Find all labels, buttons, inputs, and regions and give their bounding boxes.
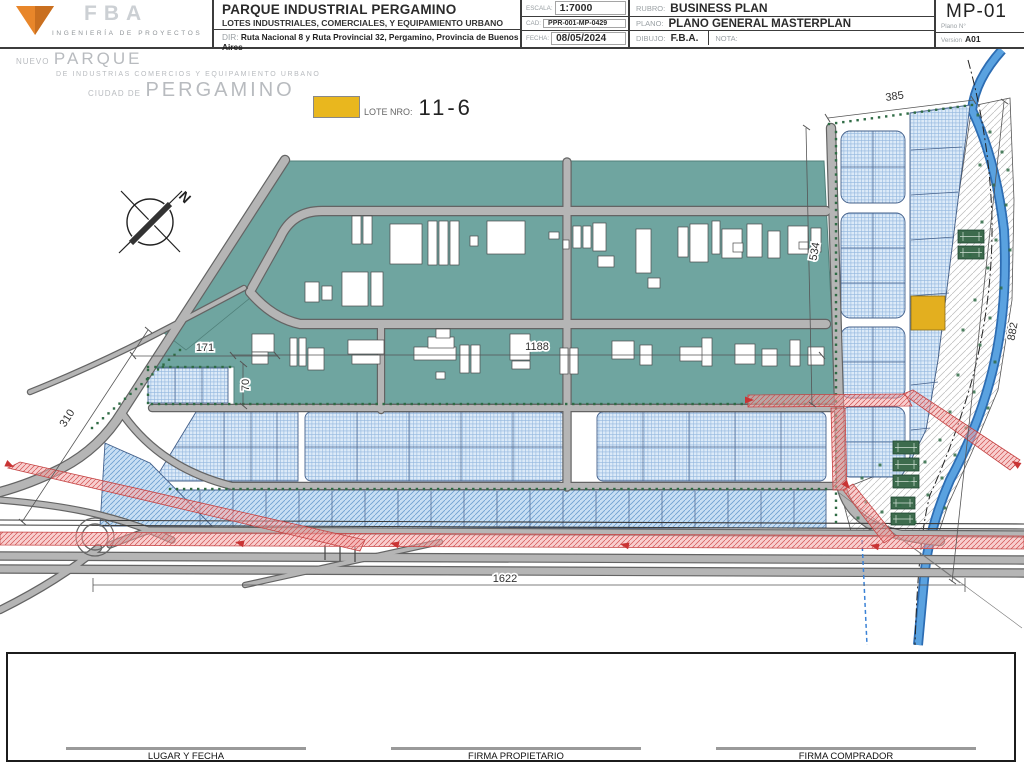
fecha-row: FECHA: 08/05/2024	[522, 30, 628, 45]
fecha-label: FECHA:	[526, 34, 550, 42]
dim-teal-width: 1188	[525, 341, 549, 353]
dim-bottom-width: 1622	[493, 573, 517, 585]
dibujo-value: F.B.A.	[670, 32, 699, 44]
legend-label: LOTE NRO:	[364, 107, 413, 117]
north-compass-icon: N	[118, 188, 194, 254]
version-row: Version A01	[936, 32, 1024, 44]
signature-box: LUGAR Y FECHA FIRMA PROPIETARIO FIRMA CO…	[6, 652, 1016, 762]
plano-label: PLANO:	[636, 19, 664, 28]
plan-watermark-title: NUEVO PARQUE DE INDUSTRIAS COMERCIOS Y E…	[16, 50, 320, 100]
sheet-code: MP-01	[946, 1, 1007, 22]
dibujo-label: DIBUJO:	[636, 33, 666, 43]
dim-left-road: 310	[57, 407, 77, 429]
rubro-row: RUBRO: BUSINESS PLAN	[630, 0, 934, 16]
title-block: FBA INGENIERÍA DE PROYECTOS PARQUE INDUS…	[0, 0, 1024, 52]
logo-tagline: INGENIERÍA DE PROYECTOS	[52, 30, 203, 37]
signature-caption-lugar: LUGAR Y FECHA	[147, 751, 225, 762]
dibujo-row: DIBUJO: F.B.A. NOTA:	[630, 30, 934, 45]
signature-caption-comprador: FIRMA COMPRADOR	[798, 751, 894, 762]
scale-row: ESCALA: 1:7000	[522, 0, 628, 16]
plan-sheet: 385 534 882 171 70 1188 310 1622 N FBA I…	[0, 0, 1024, 768]
sheet-label: Plano N°	[941, 23, 966, 30]
watermark-ciudad: CIUDAD DE	[88, 89, 142, 98]
company-logo: FBA INGENIERÍA DE PROYECTOS	[0, 0, 212, 47]
lot-legend: LOTE NRO: 11-6	[313, 95, 473, 120]
project-address: DIR: Ruta Nacional 8 y Ruta Provincial 3…	[214, 29, 520, 52]
project-title: PARQUE INDUSTRIAL PERGAMINO	[222, 2, 457, 17]
nota-label: NOTA:	[715, 33, 738, 43]
watermark-line1: NUEVO PARQUE	[16, 50, 320, 68]
signature-caption-propietario: FIRMA PROPIETARIO	[468, 751, 564, 762]
logo-triangle-icon	[16, 6, 54, 35]
plano-value: PLANO GENERAL MASTERPLAN	[668, 17, 852, 30]
watermark-line2: DE INDUSTRIAS COMERCIOS Y EQUIPAMIENTO U…	[56, 71, 321, 78]
dim-notch-depth: 70	[240, 379, 252, 391]
dir-label: DIR:	[222, 32, 239, 42]
signature-line	[391, 747, 641, 750]
watermark-parque: PARQUE	[53, 49, 143, 68]
escala-value: 1:7000	[554, 1, 626, 15]
dim-top-width: 385	[885, 90, 905, 104]
signature-buyer: FIRMA COMPRADOR	[716, 747, 976, 762]
rubro-cell: RUBRO: BUSINESS PLAN PLANO: PLANO GENERA…	[628, 0, 934, 47]
nota-cell: NOTA:	[708, 31, 934, 45]
rubro-label: RUBRO:	[636, 3, 666, 13]
legend-lot-number: 11-6	[418, 95, 473, 120]
rubro-value: BUSINESS PLAN	[670, 1, 768, 15]
legend-lot-swatch	[313, 96, 360, 118]
cad-value: PPR-001-MP-0429	[543, 19, 626, 28]
cad-label: CAD:	[526, 20, 542, 27]
signature-owner: FIRMA PROPIETARIO	[391, 747, 641, 762]
signature-line	[716, 747, 976, 750]
dir-value: Ruta Nacional 8 y Ruta Provincial 32, Pe…	[222, 32, 519, 52]
cad-row: CAD: PPR-001-MP-0429	[522, 16, 628, 30]
watermark-line3: CIUDAD DE PERGAMINO	[88, 80, 320, 100]
north-label: N	[176, 188, 194, 206]
dim-river-edge: 882	[1006, 321, 1021, 341]
logo-brand: FBA	[84, 2, 149, 25]
project-subtitle: LOTES INDUSTRIALES, COMERCIALES, Y EQUIP…	[222, 18, 504, 28]
fecha-value: 08/05/2024	[551, 31, 626, 45]
signature-line	[66, 747, 306, 750]
watermark-pergamino: PERGAMINO	[145, 79, 295, 101]
version-value: A01	[965, 34, 981, 44]
dim-notch-width: 171	[196, 342, 214, 354]
scale-cell: ESCALA: 1:7000 CAD: PPR-001-MP-0429 FECH…	[520, 0, 628, 47]
watermark-nuevo: NUEVO	[16, 57, 50, 66]
project-title-cell: PARQUE INDUSTRIAL PERGAMINO LOTES INDUST…	[212, 0, 520, 52]
signature-place-date: LUGAR Y FECHA	[66, 747, 306, 762]
escala-label: ESCALA:	[526, 4, 553, 12]
selected-lot-11-6	[910, 295, 946, 331]
version-label: Version	[941, 37, 963, 44]
sheet-number-cell: MP-01 Plano N° Version A01	[934, 0, 1024, 47]
plano-row: PLANO: PLANO GENERAL MASTERPLAN	[630, 16, 934, 30]
